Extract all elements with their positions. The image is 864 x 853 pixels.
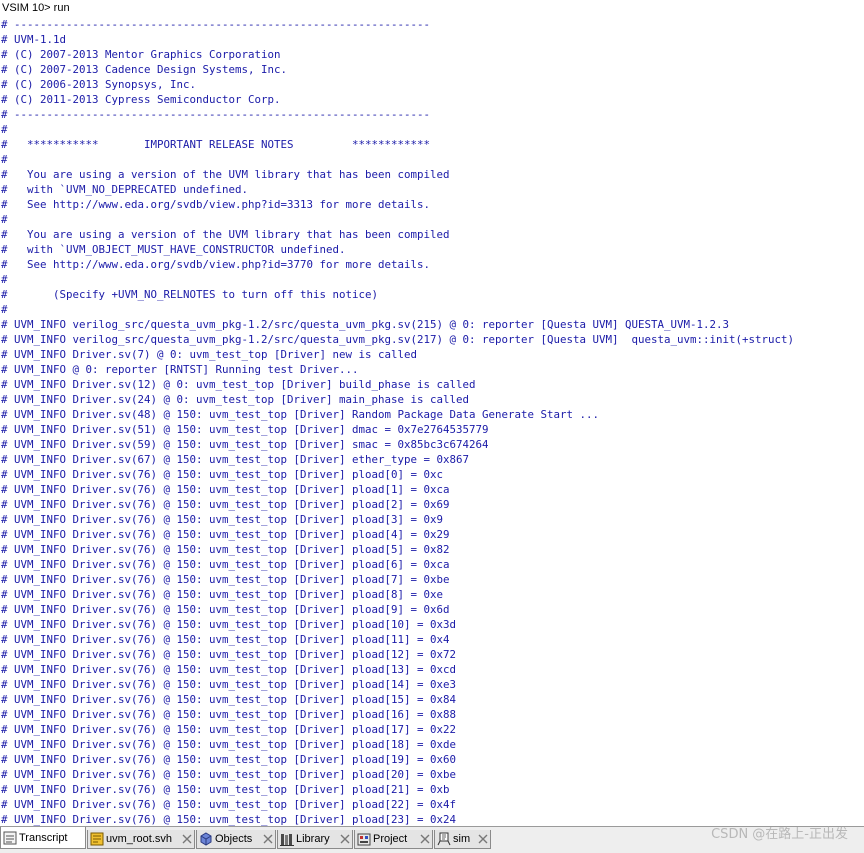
transcript-icon xyxy=(3,831,17,845)
transcript-line: # UVM_INFO Driver.sv(76) @ 150: uvm_test… xyxy=(1,768,457,781)
transcript-log: # --------------------------------------… xyxy=(1,17,863,826)
transcript-line: # UVM_INFO Driver.sv(76) @ 150: uvm_test… xyxy=(1,708,457,721)
transcript-line: # UVM_INFO Driver.sv(76) @ 150: uvm_test… xyxy=(1,588,444,601)
transcript-line: # xyxy=(1,153,8,166)
transcript-line: # UVM_INFO Driver.sv(76) @ 150: uvm_test… xyxy=(1,738,457,751)
transcript-line: # UVM_INFO Driver.sv(76) @ 150: uvm_test… xyxy=(1,783,450,796)
project-icon xyxy=(357,833,371,846)
transcript-line: # UVM_INFO Driver.sv(76) @ 150: uvm_test… xyxy=(1,513,444,526)
transcript-line: # xyxy=(1,213,8,226)
transcript-line: # UVM_INFO verilog_src/questa_uvm_pkg-1.… xyxy=(1,333,795,346)
transcript-line: # *********** IMPORTANT RELEASE NOTES **… xyxy=(1,138,431,151)
tab-transcript-label: Transcript xyxy=(19,832,68,844)
tab-transcript[interactable]: Transcript xyxy=(0,827,86,849)
close-icon[interactable] xyxy=(182,834,192,844)
transcript-line: # (C) 2007-2013 Mentor Graphics Corporat… xyxy=(1,48,281,61)
tab-uvm-root-svh[interactable]: uvm_root.svh xyxy=(87,830,195,849)
tab-objects[interactable]: Objects xyxy=(196,830,276,849)
tab-objects-label: Objects xyxy=(215,833,253,845)
transcript-line: # See http://www.eda.org/svdb/view.php?i… xyxy=(1,258,431,271)
transcript-line: # UVM_INFO Driver.sv(59) @ 150: uvm_test… xyxy=(1,438,489,451)
transcript-line: # UVM_INFO @ 0: reporter [RNTST] Running… xyxy=(1,363,359,376)
transcript-line: # UVM_INFO Driver.sv(24) @ 0: uvm_test_t… xyxy=(1,393,470,406)
transcript-line: # UVM_INFO Driver.sv(76) @ 150: uvm_test… xyxy=(1,543,450,556)
tab-project-label: Project xyxy=(373,833,408,845)
transcript-line: # UVM_INFO Driver.sv(76) @ 150: uvm_test… xyxy=(1,753,457,766)
transcript-line: # You are using a version of the UVM lib… xyxy=(1,228,450,241)
library-icon xyxy=(280,834,294,846)
objects-icon xyxy=(200,832,212,846)
transcript-line: # UVM_INFO Driver.sv(76) @ 150: uvm_test… xyxy=(1,678,457,691)
transcript-line: # UVM_INFO verilog_src/questa_uvm_pkg-1.… xyxy=(1,318,730,331)
tab-library-label: Library xyxy=(296,833,330,845)
transcript-line: # (C) 2011-2013 Cypress Semiconductor Co… xyxy=(1,93,281,106)
command-prompt[interactable]: VSIM 10> run xyxy=(2,1,70,16)
transcript-line: # UVM_INFO Driver.sv(76) @ 150: uvm_test… xyxy=(1,603,450,616)
transcript-line: # with `UVM_OBJECT_MUST_HAVE_CONSTRUCTOR… xyxy=(1,243,346,256)
transcript-line: # with `UVM_NO_DEPRECATED undefined. xyxy=(1,183,249,196)
transcript-line: # (Specify +UVM_NO_RELNOTES to turn off … xyxy=(1,288,379,301)
transcript-line: # --------------------------------------… xyxy=(1,18,431,31)
transcript-line: # UVM_INFO Driver.sv(76) @ 150: uvm_test… xyxy=(1,723,457,736)
transcript-pane[interactable]: VSIM 10> run # -------------------------… xyxy=(0,0,864,826)
transcript-line: # See http://www.eda.org/svdb/view.php?i… xyxy=(1,198,431,211)
source-file-icon xyxy=(90,832,104,846)
transcript-line: # UVM_INFO Driver.sv(76) @ 150: uvm_test… xyxy=(1,663,457,676)
transcript-line: # UVM_INFO Driver.sv(76) @ 150: uvm_test… xyxy=(1,648,457,661)
tab-sim-label: sim xyxy=(453,833,471,845)
transcript-line: # UVM_INFO Driver.sv(76) @ 150: uvm_test… xyxy=(1,633,450,646)
transcript-line: # UVM_INFO Driver.sv(76) @ 150: uvm_test… xyxy=(1,528,450,541)
bottom-tab-bar: Transcript uvm_root.svh Objects Library … xyxy=(0,826,864,853)
transcript-line: # UVM_INFO Driver.sv(76) @ 150: uvm_test… xyxy=(1,618,457,631)
transcript-line: # UVM_INFO Driver.sv(12) @ 0: uvm_test_t… xyxy=(1,378,476,391)
transcript-line: # (C) 2007-2013 Cadence Design Systems, … xyxy=(1,63,288,76)
transcript-line: # xyxy=(1,123,8,136)
close-icon[interactable] xyxy=(420,834,430,844)
transcript-line: # xyxy=(1,273,8,286)
transcript-line: # UVM_INFO Driver.sv(76) @ 150: uvm_test… xyxy=(1,558,450,571)
transcript-line: # UVM_INFO Driver.sv(76) @ 150: uvm_test… xyxy=(1,798,457,811)
transcript-line: # UVM_INFO Driver.sv(76) @ 150: uvm_test… xyxy=(1,693,457,706)
sim-icon xyxy=(437,832,451,846)
transcript-line: # UVM_INFO Driver.sv(48) @ 150: uvm_test… xyxy=(1,408,600,421)
tab-uvm-root-svh-label: uvm_root.svh xyxy=(106,833,173,845)
close-icon[interactable] xyxy=(263,834,273,844)
close-icon[interactable] xyxy=(340,834,350,844)
transcript-line: # --------------------------------------… xyxy=(1,108,431,121)
transcript-line: # UVM_INFO Driver.sv(51) @ 150: uvm_test… xyxy=(1,423,489,436)
transcript-line: # UVM_INFO Driver.sv(76) @ 150: uvm_test… xyxy=(1,468,444,481)
transcript-line: # UVM_INFO Driver.sv(76) @ 150: uvm_test… xyxy=(1,813,457,826)
transcript-line: # UVM-1.1d xyxy=(1,33,67,46)
tab-project[interactable]: Project xyxy=(354,830,433,849)
tab-library[interactable]: Library xyxy=(277,830,353,849)
transcript-line: # (C) 2006-2013 Synopsys, Inc. xyxy=(1,78,197,91)
transcript-line: # UVM_INFO Driver.sv(76) @ 150: uvm_test… xyxy=(1,483,450,496)
close-icon[interactable] xyxy=(478,834,488,844)
transcript-line: # UVM_INFO Driver.sv(67) @ 150: uvm_test… xyxy=(1,453,470,466)
transcript-line: # UVM_INFO Driver.sv(76) @ 150: uvm_test… xyxy=(1,498,450,511)
transcript-line: # xyxy=(1,303,8,316)
tab-sim[interactable]: sim xyxy=(434,830,491,849)
transcript-line: # You are using a version of the UVM lib… xyxy=(1,168,450,181)
transcript-line: # UVM_INFO Driver.sv(7) @ 0: uvm_test_to… xyxy=(1,348,418,361)
transcript-line: # UVM_INFO Driver.sv(76) @ 150: uvm_test… xyxy=(1,573,450,586)
